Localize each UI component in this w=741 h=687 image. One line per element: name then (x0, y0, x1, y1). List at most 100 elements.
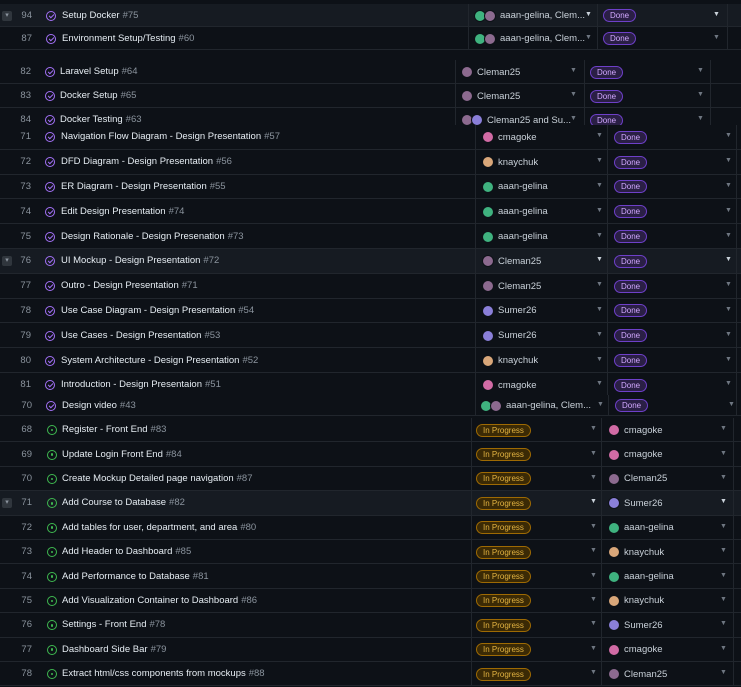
assignee-cell[interactable]: aaan-gelina (608, 521, 708, 535)
triangle-down-icon[interactable]: ▼ (590, 572, 597, 579)
status-cell[interactable]: In Progress (476, 570, 576, 584)
table-row[interactable]: 79 Use Cases - Design Presentation #53 Sume… (0, 323, 741, 349)
issue-title[interactable]: UI Mockup - Design Presentation #72 (61, 255, 219, 266)
triangle-down-icon[interactable]: ▼ (697, 115, 704, 122)
triangle-down-icon[interactable]: ▼ (590, 425, 597, 432)
status-cell[interactable]: Done (614, 254, 694, 268)
triangle-down-icon[interactable]: ▼ (596, 380, 603, 387)
status-cell[interactable]: In Progress (476, 618, 576, 632)
status-cell[interactable]: Done (590, 65, 670, 79)
triangle-down-icon[interactable]: ▼ (713, 34, 720, 41)
issue-title-text[interactable]: DFD Diagram - Design Presentation (61, 156, 213, 167)
triangle-down-icon[interactable]: ▼ (596, 356, 603, 363)
issue-title-text[interactable]: Outro - Design Presentation (61, 280, 179, 291)
triangle-down-icon[interactable]: ▼ (720, 645, 727, 652)
assignee-cell[interactable]: Sumer26 (482, 329, 592, 343)
status-cell[interactable]: In Progress (476, 545, 576, 559)
triangle-down-icon[interactable]: ▼ (596, 281, 603, 288)
issue-title[interactable]: Add Header to Dashboard #85 (62, 546, 191, 557)
assignee-cell[interactable]: knaychuk (608, 545, 708, 559)
status-cell[interactable]: Done (614, 378, 694, 392)
triangle-down-icon[interactable]: ▼ (590, 474, 597, 481)
status-cell[interactable]: Done (614, 155, 694, 169)
triangle-down-icon[interactable]: ▼ (725, 306, 732, 313)
issue-title-text[interactable]: Use Case Diagram - Design Presentation (61, 305, 235, 316)
triangle-down-icon[interactable]: ▼ (596, 232, 603, 239)
table-row[interactable]: 69 Update Login Front End #84 In Progress ▼ c… (0, 442, 741, 467)
assignee-cell[interactable]: knaychuk (482, 155, 592, 169)
table-row[interactable]: 83 Docker Setup #65 Cleman25 ▼ Done ▼ (0, 84, 741, 108)
issue-title[interactable]: Environment Setup/Testing #60 (62, 33, 194, 44)
status-cell[interactable]: Done (603, 32, 683, 46)
table-row[interactable]: 80 System Architecture - Design Presentat… (0, 348, 741, 373)
triangle-down-icon[interactable]: ▼ (720, 572, 727, 579)
triangle-down-icon[interactable]: ▼ (596, 207, 603, 214)
assignee-cell[interactable]: aaan-gelina (482, 230, 592, 244)
issue-title[interactable]: Outro - Design Presentation #71 (61, 280, 198, 291)
triangle-down-icon[interactable]: ▼ (725, 232, 732, 239)
issue-title-text[interactable]: Add Header to Dashboard (62, 546, 172, 557)
triangle-down-icon[interactable]: ▼ (590, 669, 597, 676)
assignee-cell[interactable]: Cleman25 (461, 65, 571, 79)
table-row[interactable]: 82 Laravel Setup #64 Cleman25 ▼ Done ▼ (0, 60, 741, 84)
issue-title[interactable]: Docker Setup #65 (60, 90, 136, 101)
triangle-down-icon[interactable]: ▼ (570, 67, 577, 74)
assignee-cell[interactable]: cmagoke (608, 448, 708, 462)
triangle-down-icon[interactable]: ▼ (713, 11, 720, 18)
triangle-down-icon[interactable]: ▼ (697, 67, 704, 74)
table-row[interactable]: 78 Use Case Diagram - Design Presentation… (0, 298, 741, 324)
assignee-cell[interactable]: Sumer26 (608, 496, 708, 510)
issue-title-text[interactable]: Docker Testing (60, 114, 123, 125)
issue-title-text[interactable]: Extract html/css components from mockups (62, 668, 246, 679)
table-row[interactable]: 77 Dashboard Side Bar #79 In Progress ▼ cmago… (0, 637, 741, 662)
table-row[interactable]: 71 Navigation Flow Diagram - Design Prese… (0, 125, 741, 150)
triangle-down-icon[interactable]: ▼ (725, 132, 732, 139)
issue-title[interactable]: Docker Testing #63 (60, 114, 142, 125)
issue-title[interactable]: Extract html/css components from mockups… (62, 668, 265, 679)
triangle-down-icon[interactable]: ▼ (720, 474, 727, 481)
triangle-down-icon[interactable]: ▼ (725, 207, 732, 214)
issue-title-text[interactable]: Dashboard Side Bar (62, 644, 148, 655)
issue-title[interactable]: Add Visualization Container to Dashboard… (62, 595, 257, 606)
assignee-cell[interactable]: Cleman25 (461, 89, 571, 103)
issue-title[interactable]: Use Cases - Design Presentation #53 (61, 330, 220, 341)
issue-title[interactable]: Add tables for user, department, and are… (62, 522, 256, 533)
issue-title-text[interactable]: Design video (62, 400, 117, 411)
triangle-down-icon[interactable]: ▼ (697, 91, 704, 98)
triangle-down-icon[interactable]: ▼ (590, 620, 597, 627)
assignee-cell[interactable]: knaychuk (482, 354, 592, 368)
triangle-down-icon[interactable]: ▼ (596, 306, 603, 313)
issue-title-text[interactable]: UI Mockup - Design Presentation (61, 255, 200, 266)
issue-title-text[interactable]: Design Rationale - Design Presenation (61, 231, 225, 242)
triangle-down-icon[interactable]: ▼ (596, 182, 603, 189)
table-row[interactable]: ▾ 94 Setup Docker #75 aaan-gelina, Clem... ▼ D… (0, 4, 741, 27)
issue-title[interactable]: Add Course to Database #82 (62, 497, 185, 508)
assignee-cell[interactable]: cmagoke (608, 423, 708, 437)
issue-title-text[interactable]: Add Course to Database (62, 497, 166, 508)
table-row[interactable]: 74 Edit Design Presentation #74 aaan-gelina… (0, 199, 741, 225)
table-row[interactable]: 76 Settings - Front End #78 In Progress ▼ Sum… (0, 613, 741, 638)
table-row[interactable]: 73 Add Header to Dashboard #85 In Progress ▼… (0, 540, 741, 565)
issue-title[interactable]: Introduction - Design Presentaion #51 (61, 379, 221, 390)
status-cell[interactable]: Done (614, 304, 694, 318)
assignee-cell[interactable]: aaan-gelina (482, 205, 592, 219)
assignee-cell[interactable]: aaan-gelina, Clem... (474, 32, 586, 46)
status-cell[interactable]: Done (614, 354, 694, 368)
triangle-down-icon[interactable]: ▼ (720, 523, 727, 530)
table-row[interactable]: 68 Register - Front End #83 In Progress ▼ cma… (0, 418, 741, 443)
issue-title[interactable]: Register - Front End #83 (62, 424, 166, 435)
assignee-cell[interactable]: aaan-gelina, Clem... (474, 9, 586, 23)
issue-title-text[interactable]: Laravel Setup (60, 66, 119, 77)
triangle-down-icon[interactable]: ▼ (590, 450, 597, 457)
table-row[interactable]: ▾ 71 Add Course to Database #82 In Progress ▼… (0, 491, 741, 516)
assignee-cell[interactable]: knaychuk (608, 594, 708, 608)
issue-title-text[interactable]: Setup Docker (62, 10, 120, 21)
status-cell[interactable]: Done (614, 329, 694, 343)
status-cell[interactable]: In Progress (476, 496, 576, 510)
triangle-down-icon[interactable]: ▼ (720, 620, 727, 627)
table-row[interactable]: 74 Add Performance to Database #81 In Progr… (0, 564, 741, 589)
status-cell[interactable]: In Progress (476, 423, 576, 437)
issue-title-text[interactable]: ER Diagram - Design Presentation (61, 181, 207, 192)
issue-title[interactable]: Create Mockup Detailed page navigation #8… (62, 473, 253, 484)
triangle-down-icon[interactable]: ▼ (720, 498, 727, 505)
